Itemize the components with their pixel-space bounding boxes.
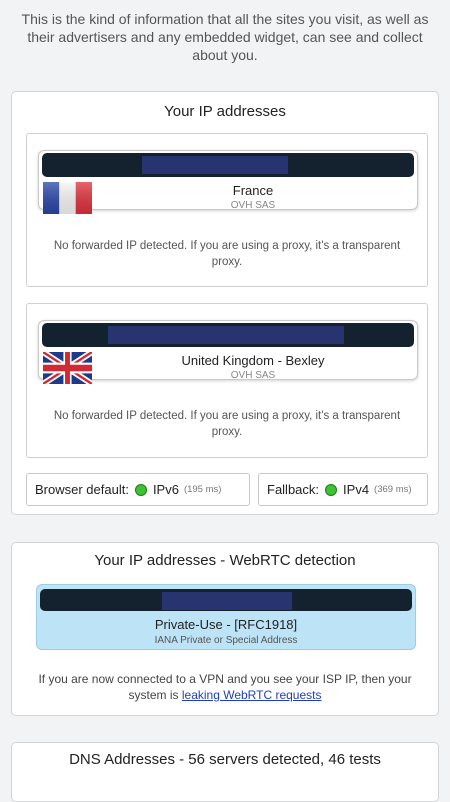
ip-card-title: Your IP addresses xyxy=(164,103,286,120)
redacted-ip xyxy=(162,592,292,610)
webrtc-address-subtype: IANA Private or Special Address xyxy=(154,635,298,646)
ip-addresses-card: Your IP addresses France OVH SAS No forw… xyxy=(11,91,439,515)
browser-default-latency: (195 ms) xyxy=(183,484,222,495)
ip-entry-box: United Kingdom - Bexley OVH SAS No forwa… xyxy=(26,303,428,458)
dns-card-title: DNS Addresses - 56 servers detected, 46 … xyxy=(69,751,381,768)
redacted-ip xyxy=(142,156,288,174)
proxy-note: No forwarded IP detected. If you are usi… xyxy=(53,240,401,268)
isp-label: OVH SAS xyxy=(230,370,276,381)
ip-address-bar xyxy=(40,589,412,611)
webrtc-card: Your IP addresses - WebRTC detection Pri… xyxy=(11,542,439,716)
uk-flag-icon xyxy=(43,352,92,384)
fallback-box: Fallback: IPv4 (369 ms) xyxy=(258,473,428,506)
dns-card: DNS Addresses - 56 servers detected, 46 … xyxy=(11,742,439,802)
webrtc-leak-note: If you are now connected to a VPN and yo… xyxy=(24,671,426,703)
ip-address-bar xyxy=(42,153,414,177)
ip-pill[interactable]: United Kingdom - Bexley OVH SAS xyxy=(38,320,418,384)
webrtc-ip-pill[interactable]: Private-Use - [RFC1918] IANA Private or … xyxy=(36,584,416,650)
ip-address-bar xyxy=(42,323,414,347)
browser-default-protocol: IPv6 xyxy=(152,482,179,497)
leaking-webrtc-link[interactable]: leaking WebRTC requests xyxy=(182,688,322,702)
country-label: United Kingdom - Bexley xyxy=(181,353,325,368)
status-ok-icon xyxy=(325,483,338,496)
redacted-ip xyxy=(108,326,344,344)
status-ok-icon xyxy=(134,483,147,496)
webrtc-address-type: Private-Use - [RFC1918] xyxy=(154,617,298,632)
browser-default-label: Browser default: xyxy=(35,482,129,497)
intro-text: This is the kind of information that all… xyxy=(21,11,429,63)
ip-entry-box: France OVH SAS No forwarded IP detected.… xyxy=(26,133,428,287)
webrtc-card-title: Your IP addresses - WebRTC detection xyxy=(94,552,356,569)
isp-label: OVH SAS xyxy=(230,200,276,211)
fallback-protocol: IPv4 xyxy=(343,482,370,497)
france-flag-icon xyxy=(43,182,92,214)
proxy-note: No forwarded IP detected. If you are usi… xyxy=(53,410,401,438)
ip-pill[interactable]: France OVH SAS xyxy=(38,150,418,214)
browser-default-box: Browser default: IPv6 (195 ms) xyxy=(26,473,250,506)
fallback-latency: (369 ms) xyxy=(374,484,412,495)
fallback-label: Fallback: xyxy=(267,482,320,497)
country-label: France xyxy=(232,183,274,198)
